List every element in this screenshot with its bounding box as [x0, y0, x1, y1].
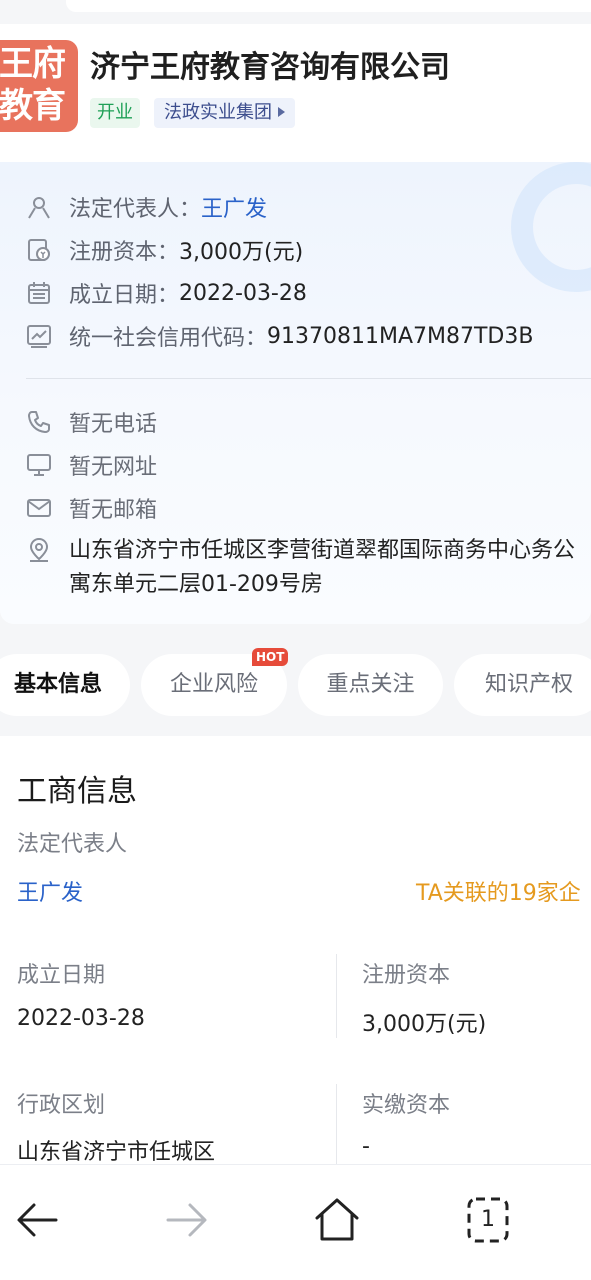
related-companies-link[interactable]: TA关联的19家企 [416, 875, 581, 907]
mail-icon [27, 499, 51, 517]
column-divider [336, 1084, 337, 1168]
hot-badge: HOT [252, 648, 289, 666]
logo-line-2: 教育 [0, 86, 66, 126]
tab-intellectual-property[interactable]: 知识产权 [454, 654, 591, 716]
credit-code-row: 统一社会信用代码： 91370811MA7M87TD3B [26, 319, 533, 353]
column-divider [336, 954, 337, 1038]
tabs-button[interactable]: 1 [464, 1195, 514, 1245]
website-row: 暂无网址 [26, 448, 157, 482]
founded-field-value: 2022-03-28 [17, 1006, 145, 1031]
legal-rep-link[interactable]: 王广发 [201, 191, 267, 223]
group-tag[interactable]: 法政实业集团 [154, 98, 295, 128]
email-value: 暂无邮箱 [69, 498, 158, 523]
bottom-nav-bar: 1 [0, 1164, 591, 1280]
group-tag-label: 法政实业集团 [164, 102, 272, 123]
logo-line-1: 王府 [0, 44, 66, 84]
region-field-value: 山东省济宁市任城区 [17, 1140, 216, 1165]
paid-capital-field-label: 实缴资本 [362, 1093, 451, 1118]
email-row: 暂无邮箱 [26, 491, 157, 525]
phone-value: 暂无电话 [69, 412, 158, 437]
credit-code-label: 统一社会信用代码： [69, 326, 268, 351]
divider [26, 378, 591, 379]
website-value: 暂无网址 [69, 455, 158, 480]
chart-icon [27, 325, 51, 348]
monitor-icon [27, 454, 51, 476]
decorative-ring [511, 162, 591, 292]
chevron-right-icon [278, 107, 285, 117]
business-info-section: 工商信息 法定代表人 王广发 TA关联的19家企 成立日期 2022-03-28… [0, 736, 591, 1168]
tab-count: 1 [481, 1207, 495, 1232]
info-panel: 法定代表人： 王广发 注册资本： 3,000万(元) 成立日期： 2022-03… [0, 162, 591, 624]
capital-row: 注册资本： 3,000万(元) [26, 233, 303, 267]
legal-rep-label: 法定代表人： [69, 197, 202, 222]
founded-field-label: 成立日期 [17, 963, 106, 988]
founded-row: 成立日期： 2022-03-28 [26, 276, 307, 310]
capital-label: 注册资本： [69, 240, 180, 265]
legal-rep-row: 法定代表人： 王广发 [26, 190, 267, 224]
phone-icon [28, 411, 50, 433]
legal-rep-field-link[interactable]: 王广发 [17, 875, 83, 907]
founded-value: 2022-03-28 [179, 280, 307, 306]
capital-field-label: 注册资本 [362, 963, 451, 988]
top-strip [0, 0, 591, 24]
money-icon [28, 239, 50, 261]
company-logo: 王府 教育 [0, 40, 78, 132]
address-text: 山东省济宁市任城区李营街道翠都国际商务中心务公寓东单元二层01-209号房 [69, 538, 576, 597]
company-card: 王府 教育 济宁王府教育咨询有限公司 开业 法政实业集团 法定代表人： 王广发 … [0, 24, 591, 624]
calendar-icon [28, 282, 50, 304]
status-badge: 开业 [90, 98, 140, 128]
legal-rep-field-label: 法定代表人 [17, 832, 128, 857]
tab-bar: 基本信息 企业风险 重点关注 知识产权 [0, 654, 591, 716]
section-title: 工商信息 [17, 774, 137, 809]
region-field-label: 行政区划 [17, 1093, 106, 1118]
credit-code-value[interactable]: 91370811MA7M87TD3B [267, 324, 533, 349]
tab-key-focus[interactable]: 重点关注 [298, 654, 443, 716]
address-row[interactable]: 山东省济宁市任城区李营街道翠都国际商务中心务公寓东单元二层01-209号房 [26, 534, 591, 602]
capital-field-value: 3,000万(元) [362, 1012, 487, 1037]
location-pin-icon [29, 537, 49, 562]
company-name: 济宁王府教育咨询有限公司 [90, 50, 450, 85]
person-icon [28, 197, 50, 219]
forward-arrow-icon[interactable] [162, 1195, 212, 1245]
tab-basic-info[interactable]: 基本信息 [0, 654, 130, 716]
paid-capital-field-value: - [362, 1134, 370, 1159]
capital-value: 3,000万(元) [179, 240, 304, 265]
founded-label: 成立日期： [69, 283, 180, 308]
home-icon[interactable] [312, 1195, 362, 1245]
search-bar-edge[interactable] [66, 0, 591, 12]
back-arrow-icon[interactable] [12, 1195, 62, 1245]
phone-row: 暂无电话 [26, 405, 157, 439]
